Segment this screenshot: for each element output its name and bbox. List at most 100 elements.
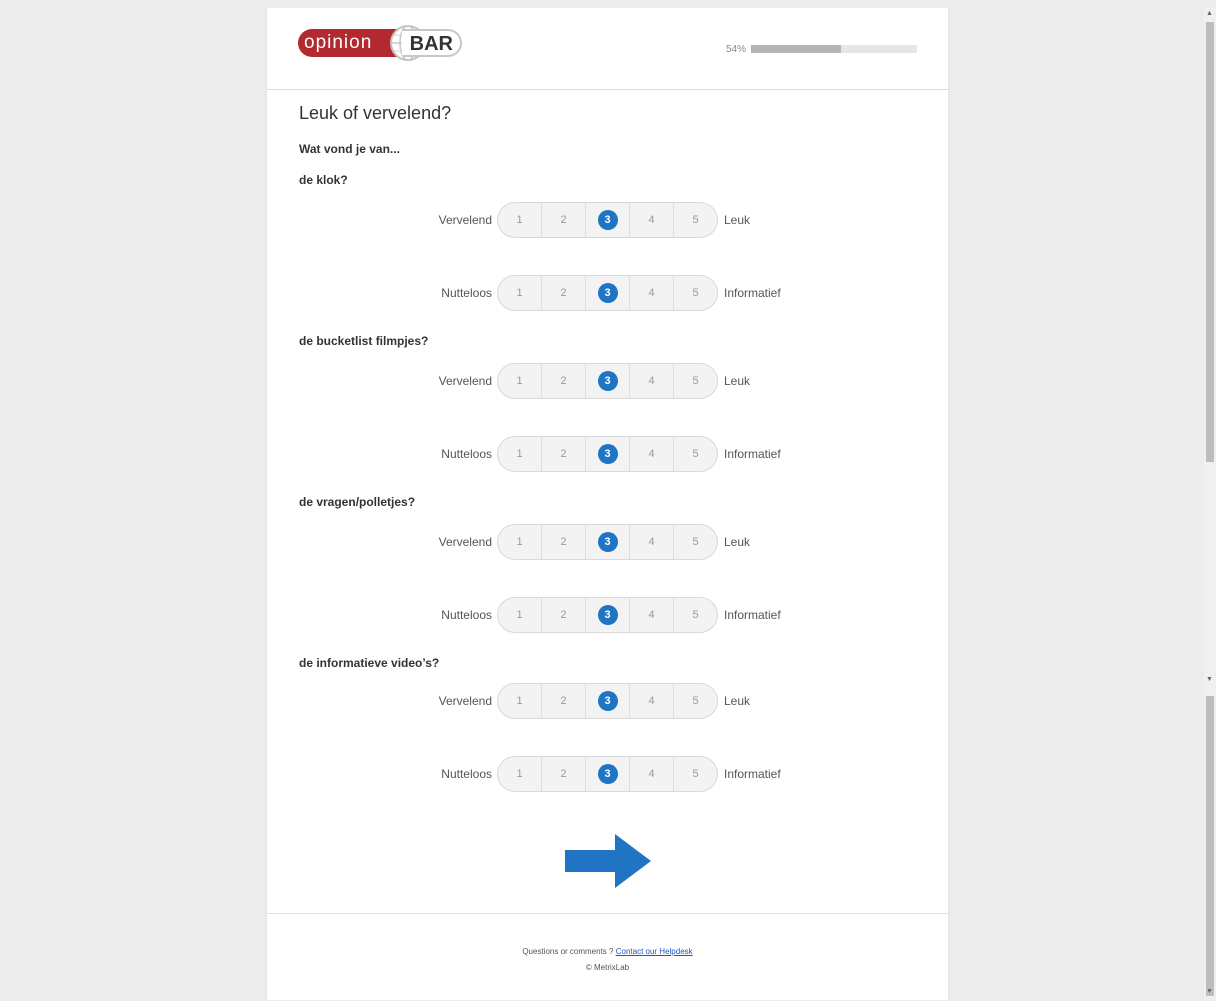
rating-option-1[interactable]: 1	[498, 364, 542, 398]
scale-left-label: Nutteloos	[441, 447, 492, 461]
vertical-scrollbar[interactable]: ▲ ▼ ▼	[1204, 8, 1216, 1000]
rating-option-5[interactable]: 5	[674, 437, 717, 471]
logo-text-right: BAR	[402, 29, 462, 57]
scrollbar-thumb[interactable]	[1206, 22, 1214, 462]
rating-scale-row: Vervelend 12345 Leuk	[407, 683, 827, 719]
rating-option-1[interactable]: 1	[498, 598, 542, 632]
opinionbar-logo: opinion BAR	[298, 24, 466, 61]
rating-option-4[interactable]: 4	[630, 757, 674, 791]
question-label: de bucketlist filmpjes?	[299, 334, 429, 348]
rating-option-2[interactable]: 2	[542, 364, 586, 398]
rating-option-4[interactable]: 4	[630, 203, 674, 237]
rating-option-1[interactable]: 1	[498, 525, 542, 559]
survey-header: opinion BAR 54%	[267, 8, 948, 90]
rating-option-2[interactable]: 2	[542, 203, 586, 237]
rating-option-5[interactable]: 5	[674, 525, 717, 559]
scale-right-label: Leuk	[724, 213, 751, 227]
rating-option-4[interactable]: 4	[630, 437, 674, 471]
scale-right-label: Leuk	[724, 694, 751, 708]
footer-contact: Questions or comments ? Contact our Help…	[267, 947, 948, 956]
question-label: de klok?	[299, 173, 348, 187]
rating-option-3[interactable]: 3	[586, 525, 630, 559]
scale-right-label: Informatief	[724, 767, 781, 781]
scale-left-label: Nutteloos	[441, 608, 492, 622]
scale-right-label: Leuk	[724, 535, 751, 549]
rating-option-3[interactable]: 3	[586, 684, 630, 718]
rating-option-5[interactable]: 5	[674, 203, 717, 237]
rating-option-1[interactable]: 1	[498, 276, 542, 310]
rating-scale-row: Nutteloos 12345 Informatief	[407, 275, 827, 311]
rating-option-1[interactable]: 1	[498, 757, 542, 791]
helpdesk-link[interactable]: Contact our Helpdesk	[616, 947, 693, 956]
rating-option-1[interactable]: 1	[498, 684, 542, 718]
rating-option-3[interactable]: 3	[586, 757, 630, 791]
rating-option-4[interactable]: 4	[630, 598, 674, 632]
rating-option-5[interactable]: 5	[674, 684, 717, 718]
rating-option-5[interactable]: 5	[674, 364, 717, 398]
rating-scale: 12345	[497, 524, 718, 560]
scale-left-label: Vervelend	[438, 374, 492, 388]
page-footer: Questions or comments ? Contact our Help…	[267, 913, 948, 1001]
intro-text: Wat vond je van...	[299, 142, 400, 156]
rating-option-5[interactable]: 5	[674, 757, 717, 791]
rating-option-2[interactable]: 2	[542, 757, 586, 791]
rating-option-2[interactable]: 2	[542, 525, 586, 559]
progress-percentage: 54%	[726, 44, 747, 55]
rating-option-3[interactable]: 3	[586, 598, 630, 632]
selected-option-indicator: 3	[597, 532, 618, 552]
rating-option-4[interactable]: 4	[630, 525, 674, 559]
selected-option-indicator: 3	[597, 605, 618, 625]
rating-option-1[interactable]: 1	[498, 203, 542, 237]
rating-option-5[interactable]: 5	[674, 276, 717, 310]
rating-option-2[interactable]: 2	[542, 276, 586, 310]
selected-option-indicator: 3	[597, 691, 618, 711]
rating-scale-row: Vervelend 12345 Leuk	[407, 363, 827, 399]
rating-scale-row: Vervelend 12345 Leuk	[407, 524, 827, 560]
scroll-down-icon[interactable]: ▼	[1206, 988, 1213, 995]
rating-option-3[interactable]: 3	[586, 203, 630, 237]
scale-right-label: Informatief	[724, 608, 781, 622]
rating-option-2[interactable]: 2	[542, 684, 586, 718]
rating-option-4[interactable]: 4	[630, 684, 674, 718]
scale-left-label: Nutteloos	[441, 767, 492, 781]
rating-option-4[interactable]: 4	[630, 276, 674, 310]
rating-option-1[interactable]: 1	[498, 437, 542, 471]
rating-scale-row: Nutteloos 12345 Informatief	[407, 756, 827, 792]
rating-scale: 12345	[497, 683, 718, 719]
question-label: de vragen/polletjes?	[299, 495, 416, 509]
scale-right-label: Informatief	[724, 286, 781, 300]
rating-option-4[interactable]: 4	[630, 364, 674, 398]
rating-scale: 12345	[497, 275, 718, 311]
page-title: Leuk of vervelend?	[299, 103, 452, 123]
progress-bar	[751, 45, 917, 53]
rating-scale: 12345	[497, 202, 718, 238]
rating-option-2[interactable]: 2	[542, 598, 586, 632]
selected-option-indicator: 3	[597, 444, 618, 464]
next-button[interactable]	[565, 834, 651, 888]
rating-scale: 12345	[497, 363, 718, 399]
question-label: de informatieve video’s?	[299, 656, 440, 670]
rating-scale: 12345	[497, 436, 718, 472]
footer-question-text: Questions or comments ?	[522, 947, 614, 956]
selected-option-indicator: 3	[597, 764, 618, 784]
selected-option-indicator: 3	[597, 283, 618, 303]
rating-scale: 12345	[497, 597, 718, 633]
scroll-up-icon[interactable]: ▲	[1206, 10, 1213, 17]
scale-right-label: Leuk	[724, 374, 751, 388]
scale-left-label: Vervelend	[438, 535, 492, 549]
scroll-down-icon[interactable]: ▼	[1206, 676, 1213, 683]
scale-left-label: Vervelend	[438, 213, 492, 227]
rating-option-3[interactable]: 3	[586, 437, 630, 471]
selected-option-indicator: 3	[597, 371, 618, 391]
scale-left-label: Vervelend	[438, 694, 492, 708]
rating-option-2[interactable]: 2	[542, 437, 586, 471]
rating-scale-row: Nutteloos 12345 Informatief	[407, 436, 827, 472]
rating-option-3[interactable]: 3	[586, 364, 630, 398]
rating-scale-row: Vervelend 12345 Leuk	[407, 202, 827, 238]
rating-scale: 12345	[497, 756, 718, 792]
rating-option-5[interactable]: 5	[674, 598, 717, 632]
scrollbar-thumb-lower[interactable]	[1206, 696, 1214, 996]
selected-option-indicator: 3	[597, 210, 618, 230]
rating-option-3[interactable]: 3	[586, 276, 630, 310]
survey-page: opinion BAR 54% Leuk of vervelend? Wat v…	[266, 8, 949, 1000]
